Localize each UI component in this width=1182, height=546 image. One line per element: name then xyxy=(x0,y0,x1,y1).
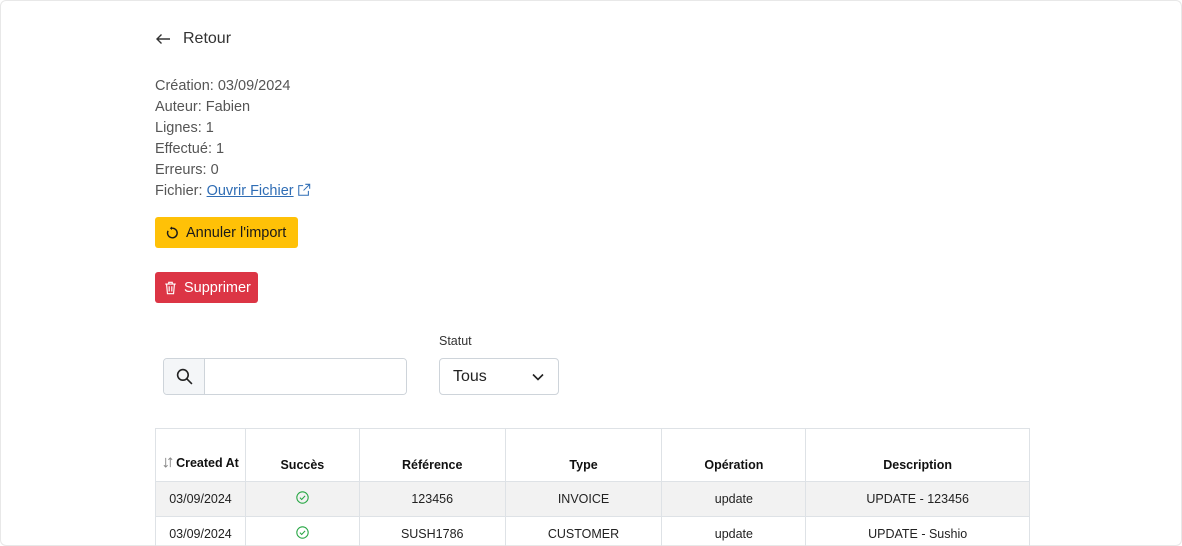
cell-description: UPDATE - 123456 xyxy=(805,481,1030,517)
lines-count: Lignes: 1 xyxy=(155,120,214,136)
back-link[interactable]: Retour xyxy=(155,30,231,48)
cell-description: UPDATE - Sushio xyxy=(805,516,1030,546)
sort-icon xyxy=(163,457,173,468)
check-circle-icon xyxy=(296,526,309,539)
delete-button[interactable]: Supprimer xyxy=(155,272,258,303)
cell-reference: 123456 xyxy=(358,481,506,517)
cell-success xyxy=(244,516,360,546)
cell-type: CUSTOMER xyxy=(504,516,663,546)
cell-type: INVOICE xyxy=(504,481,663,517)
check-circle-icon xyxy=(296,491,309,504)
table-row[interactable]: 03/09/2024 123456 INVOICE update UPDATE … xyxy=(155,481,1030,517)
search-box xyxy=(163,358,407,395)
cell-operation: update xyxy=(661,516,807,546)
import-results-table: Created At Succès Référence Type Opérati… xyxy=(155,428,1030,546)
status-select[interactable]: Tous xyxy=(439,358,559,395)
col-type: Type xyxy=(504,428,663,482)
errors-count: Erreurs: 0 xyxy=(155,162,219,178)
cell-reference: SUSH1786 xyxy=(358,516,506,546)
import-details: Création: 03/09/2024 Auteur: Fabien Lign… xyxy=(155,76,311,202)
author: Auteur: Fabien xyxy=(155,99,251,115)
file-label: Fichier: xyxy=(155,183,207,199)
delete-label: Supprimer xyxy=(184,279,251,296)
col-operation: Opération xyxy=(661,428,807,482)
col-reference: Référence xyxy=(358,428,506,482)
trash-icon xyxy=(165,281,176,294)
cell-date: 03/09/2024 xyxy=(155,481,246,517)
cell-operation: update xyxy=(661,481,807,517)
undo-icon xyxy=(166,225,178,238)
done-count: Effectué: 1 xyxy=(155,141,225,157)
table-header-row: Created At Succès Référence Type Opérati… xyxy=(155,428,1030,482)
chevron-down-icon xyxy=(532,373,544,381)
status-select-value: Tous xyxy=(453,367,487,385)
cancel-import-label: Annuler l'import xyxy=(186,224,287,241)
cancel-import-button[interactable]: Annuler l'import xyxy=(155,217,298,248)
cell-date: 03/09/2024 xyxy=(155,516,246,546)
col-created-at[interactable]: Created At xyxy=(155,428,246,482)
cell-success xyxy=(244,481,360,517)
external-link-icon[interactable] xyxy=(297,183,311,197)
col-success: Succès xyxy=(244,428,360,482)
back-label: Retour xyxy=(183,30,232,47)
arrow-left-icon xyxy=(156,34,170,44)
col-description: Description xyxy=(805,428,1030,482)
search-icon[interactable] xyxy=(164,359,205,394)
table-row[interactable]: 03/09/2024 SUSH1786 CUSTOMER update UPDA… xyxy=(155,516,1030,546)
creation-date: Création: 03/09/2024 xyxy=(155,78,291,94)
file-row: Fichier: Ouvrir Fichier xyxy=(155,181,311,202)
col-created-at-label: Created At xyxy=(176,456,239,470)
open-file-link[interactable]: Ouvrir Fichier xyxy=(207,183,294,199)
search-input[interactable] xyxy=(205,359,406,394)
status-filter-label: Statut xyxy=(439,334,472,348)
